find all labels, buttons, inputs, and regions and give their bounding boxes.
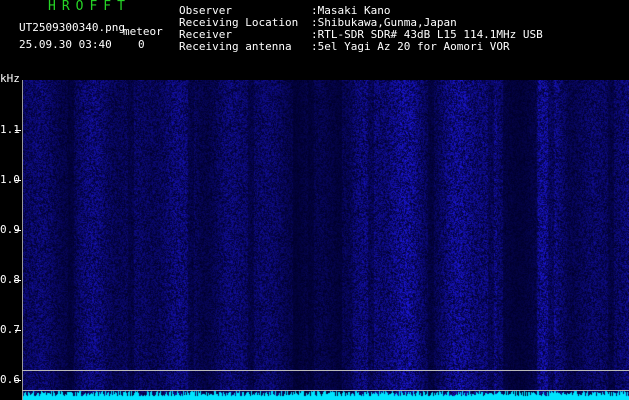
antenna-value: :5el Yagi Az 20 for Aomori VOR bbox=[311, 40, 510, 53]
spectrogram-canvas bbox=[22, 80, 629, 400]
spectrogram-plot bbox=[22, 80, 629, 400]
y-tickmark-4 bbox=[15, 280, 21, 281]
filename-label: UT2509300340.png bbox=[19, 21, 125, 34]
y-tickmark-6 bbox=[15, 380, 21, 381]
y-axis-unit: kHz bbox=[0, 72, 20, 85]
hrofft-window: HROFFT UT2509300340.png meteor 25.09.30 … bbox=[0, 0, 629, 400]
y-tickmark-3 bbox=[15, 230, 21, 231]
reference-line-upper bbox=[22, 370, 629, 371]
y-tickmark-5 bbox=[15, 330, 21, 331]
meteor-count: 0 bbox=[138, 38, 145, 51]
app-title: HROFFT bbox=[48, 0, 131, 14]
antenna-label: Receiving antenna bbox=[179, 40, 292, 53]
reference-line-lower bbox=[22, 390, 629, 391]
y-tickmark-1 bbox=[15, 130, 21, 131]
meteor-label: meteor bbox=[123, 25, 163, 38]
datetime-label: 25.09.30 03:40 bbox=[19, 38, 112, 51]
y-tickmark-2 bbox=[15, 180, 21, 181]
y-axis-line bbox=[22, 80, 23, 400]
